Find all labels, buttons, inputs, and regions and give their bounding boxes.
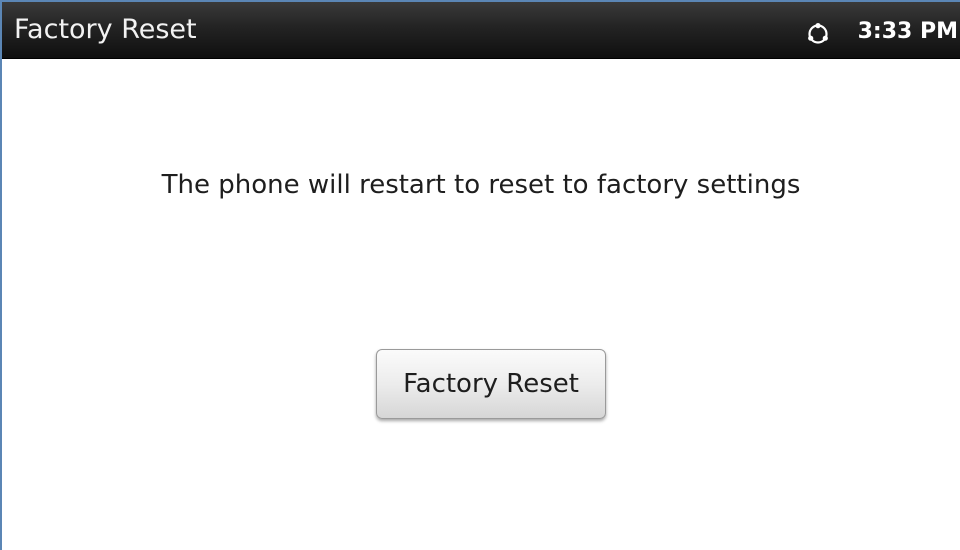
screen: Factory Reset 3:33 PM The phone will res…	[0, 0, 960, 550]
sync-circle-icon	[806, 22, 830, 46]
status-clock: 3:33 PM	[857, 19, 958, 44]
reset-message: The phone will restart to reset to facto…	[161, 170, 801, 200]
factory-reset-button[interactable]: Factory Reset	[376, 349, 606, 419]
title-bar: Factory Reset 3:33 PM	[2, 2, 960, 59]
screen-title: Factory Reset	[14, 14, 197, 45]
